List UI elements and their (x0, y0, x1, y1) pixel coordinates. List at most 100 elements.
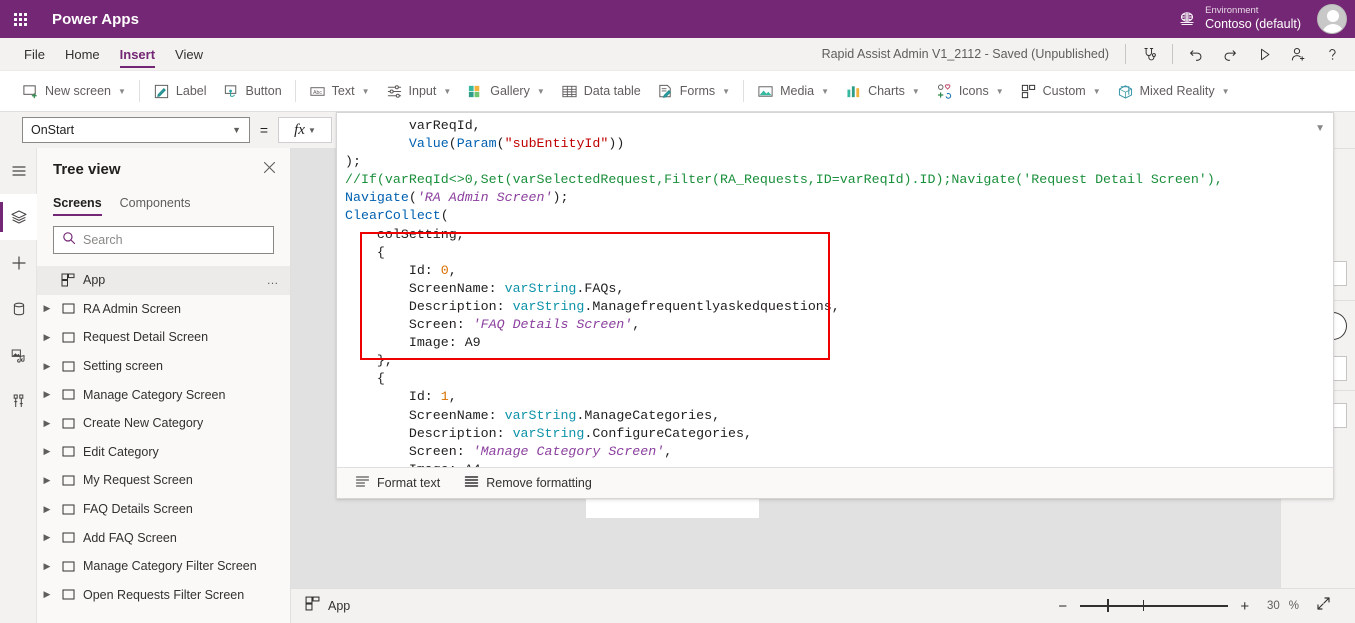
ribbon-input[interactable]: Input ▼ (378, 76, 460, 106)
data-table-icon (561, 83, 578, 100)
ribbon-label-control[interactable]: Label (145, 76, 215, 106)
help-icon[interactable] (1315, 38, 1349, 71)
chevron-right-icon[interactable]: ▶ (37, 361, 57, 372)
app-launcher-icon[interactable] (0, 0, 40, 38)
ribbon-custom[interactable]: Custom ▼ (1012, 76, 1109, 106)
tree-item-manage-category-filter-screen[interactable]: ▶ Manage Category Filter Screen (37, 552, 290, 581)
remove-formatting-button[interactable]: Remove formatting (462, 471, 594, 495)
ribbon-media[interactable]: Media ▼ (749, 76, 837, 106)
tree-item-label: App (83, 273, 106, 288)
code-line: Value(Param("subEntityId")) (408, 136, 625, 152)
tree-item-label: FAQ Details Screen (83, 502, 193, 517)
ribbon-button-control[interactable]: Button (215, 76, 290, 106)
chevron-right-icon[interactable]: ▶ (37, 446, 57, 457)
chevron-right-icon[interactable]: ▶ (37, 389, 57, 400)
chevron-right-icon[interactable]: ▶ (37, 561, 57, 572)
chevron-right-icon[interactable]: ▶ (37, 303, 57, 314)
chevron-right-icon[interactable]: ▶ (37, 532, 57, 543)
tree-item-open-requests-filter-screen[interactable]: ▶ Open Requests Filter Screen (37, 581, 290, 610)
screen-icon (57, 474, 79, 487)
tree-item-request-detail-screen[interactable]: ▶ Request Detail Screen (37, 323, 290, 352)
media-library-icon[interactable] (0, 332, 37, 378)
tree-view-layers-icon[interactable] (0, 194, 37, 240)
screen-icon (57, 360, 79, 373)
redo-icon[interactable] (1213, 38, 1247, 71)
tree-item-add-faq-screen[interactable]: ▶ Add FAQ Screen (37, 523, 290, 552)
minus-icon[interactable]: − (1055, 599, 1071, 614)
overflow-menu-icon[interactable]: … (267, 273, 281, 287)
chevron-down-icon: ▼ (443, 86, 452, 96)
tree-item-app[interactable]: App … (37, 266, 290, 295)
tree-item-faq-details-screen[interactable]: ▶ FAQ Details Screen (37, 495, 290, 524)
ribbon-data-table[interactable]: Data table (553, 76, 649, 106)
hamburger-menu-icon[interactable] (0, 148, 37, 194)
remove-formatting-label: Remove formatting (486, 476, 592, 490)
chevron-down-icon: ▼ (911, 86, 920, 96)
ribbon-new-screen[interactable]: New screen ▼ (14, 76, 134, 106)
ribbon-mixed-reality[interactable]: Mixed Reality ▼ (1109, 76, 1238, 106)
status-screen-indicator[interactable]: App (305, 596, 350, 616)
fit-to-screen-icon[interactable] (1316, 596, 1331, 616)
format-text-button[interactable]: Format text (353, 471, 442, 495)
advanced-tools-icon[interactable] (0, 378, 37, 424)
brand-title: Power Apps (52, 10, 140, 28)
formula-editor-footer: Format text Remove formatting (337, 467, 1333, 498)
tree-item-ra-admin-screen[interactable]: ▶ RA Admin Screen (37, 295, 290, 324)
screen-icon (57, 302, 79, 315)
ribbon-forms[interactable]: Forms ▼ (649, 76, 738, 106)
zoom-controls: − + 30 % (1055, 596, 1331, 616)
search-box[interactable] (53, 226, 274, 254)
fx-function-button[interactable]: fx ▼ (278, 117, 332, 143)
app-screen-icon (57, 273, 79, 287)
formula-code-area[interactable]: varReqId, Value(Param("subEntityId"))); /… (337, 113, 1333, 467)
zoom-value: 30 (1266, 600, 1280, 612)
app-checker-icon[interactable] (1132, 38, 1166, 71)
formula-editor[interactable]: varReqId, Value(Param("subEntityId"))); /… (336, 112, 1334, 499)
undo-icon[interactable] (1179, 38, 1213, 71)
divider (294, 80, 296, 102)
tab-components[interactable]: Components (120, 190, 191, 216)
plus-icon[interactable]: + (1237, 599, 1253, 614)
tab-screens[interactable]: Screens (53, 190, 102, 216)
tree-item-create-new-category[interactable]: ▶ Create New Category (37, 409, 290, 438)
mixed-reality-icon (1117, 83, 1134, 100)
status-bar: App − + 30 % (291, 588, 1355, 623)
chevron-right-icon[interactable]: ▶ (37, 504, 57, 515)
close-icon[interactable] (263, 161, 276, 177)
chevron-right-icon[interactable]: ▶ (37, 332, 57, 343)
share-user-icon[interactable] (1281, 38, 1315, 71)
code-line: ScreenName: varString.ManageCategories, (345, 407, 721, 423)
data-sources-icon[interactable] (0, 286, 37, 332)
preview-play-icon[interactable] (1247, 38, 1281, 71)
chevron-down-icon[interactable]: ▼ (1315, 123, 1325, 134)
ribbon-icons[interactable]: Icons ▼ (928, 76, 1012, 106)
tree-item-edit-category[interactable]: ▶ Edit Category (37, 438, 290, 467)
chevron-right-icon[interactable]: ▶ (37, 418, 57, 429)
chevron-right-icon[interactable]: ▶ (37, 589, 57, 600)
ribbon-gallery[interactable]: Gallery ▼ (459, 76, 553, 106)
tree-item-label: My Request Screen (83, 473, 193, 488)
chevron-right-icon[interactable]: ▶ (37, 475, 57, 486)
property-dropdown[interactable]: OnStart ▼ (22, 117, 250, 143)
divider (1172, 44, 1173, 64)
ribbon-charts[interactable]: Charts ▼ (837, 76, 928, 106)
environment-selector[interactable]: Environment Contoso (default) (1177, 5, 1311, 31)
screen-icon (57, 503, 79, 516)
user-avatar[interactable] (1317, 4, 1347, 34)
menu-item-insert[interactable]: Insert (110, 38, 165, 71)
tree-item-manage-category-screen[interactable]: ▶ Manage Category Screen (37, 380, 290, 409)
ribbon-text[interactable]: Abc Text ▼ (301, 76, 378, 106)
code-line: Image: A9 (345, 335, 481, 351)
menu-item-home[interactable]: Home (55, 38, 110, 71)
tree-item-my-request-screen[interactable]: ▶ My Request Screen (37, 466, 290, 495)
search-input[interactable] (83, 233, 265, 247)
insert-plus-icon[interactable] (0, 240, 37, 286)
menu-item-view[interactable]: View (165, 38, 213, 71)
menu-item-file[interactable]: File (14, 38, 55, 71)
gallery-icon (467, 83, 484, 100)
ribbon-label: Label (175, 84, 207, 98)
chevron-down-icon: ▼ (307, 125, 316, 135)
canvas-screen-preview[interactable] (586, 497, 759, 518)
zoom-slider[interactable] (1079, 598, 1228, 614)
tree-item-setting-screen[interactable]: ▶ Setting screen (37, 352, 290, 381)
